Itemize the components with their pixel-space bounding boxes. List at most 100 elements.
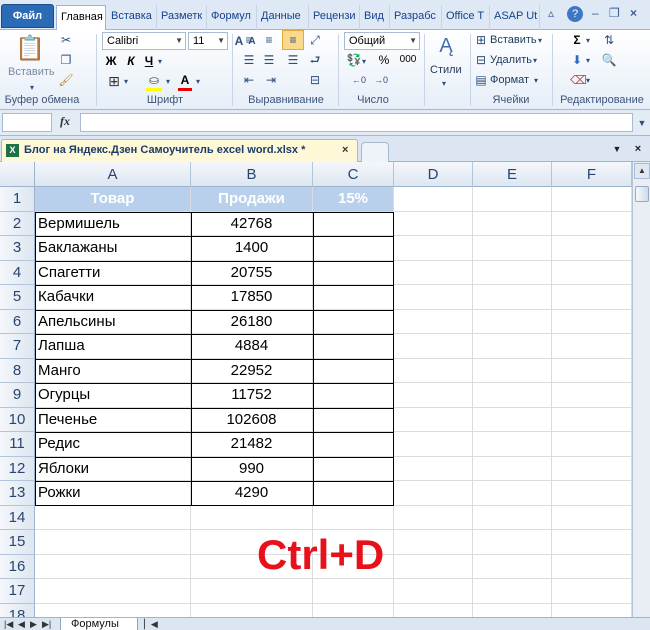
sales-cell[interactable]: 26180 bbox=[191, 309, 313, 334]
tab-review[interactable]: Рецензи bbox=[309, 5, 360, 30]
product-cell[interactable]: Вермишель bbox=[35, 211, 191, 236]
formula-input[interactable] bbox=[80, 113, 633, 132]
grid-cell[interactable] bbox=[394, 211, 473, 236]
grid-cell[interactable] bbox=[473, 285, 552, 310]
scroll-thumb[interactable] bbox=[635, 186, 649, 202]
underline-button[interactable]: Ч bbox=[142, 53, 156, 69]
product-cell[interactable]: Лапша bbox=[35, 334, 191, 359]
fill-color-dropdown-icon[interactable]: ▾ bbox=[166, 74, 170, 90]
find-select-icon[interactable]: 🔍 bbox=[600, 52, 618, 68]
sales-cell[interactable]: 4290 bbox=[191, 481, 313, 506]
column-header[interactable]: F bbox=[552, 162, 632, 187]
row-header[interactable]: 6 bbox=[0, 309, 35, 334]
styles-button-label[interactable]: Стили bbox=[430, 64, 462, 76]
grid-cell[interactable] bbox=[473, 358, 552, 383]
row-header[interactable]: 12 bbox=[0, 456, 35, 481]
grid-cell[interactable] bbox=[552, 579, 632, 604]
product-cell[interactable]: Яблоки bbox=[35, 456, 191, 481]
grid-cell[interactable] bbox=[35, 530, 191, 555]
row-header[interactable]: 2 bbox=[0, 211, 35, 236]
row-header[interactable]: 9 bbox=[0, 383, 35, 408]
format-dropdown-icon[interactable]: ▾ bbox=[534, 73, 538, 89]
grid-cell[interactable] bbox=[394, 285, 473, 310]
bold-button[interactable]: Ж bbox=[104, 53, 118, 69]
sales-cell[interactable]: 4884 bbox=[191, 334, 313, 359]
percent-cell[interactable] bbox=[313, 334, 394, 359]
grid-cell[interactable] bbox=[552, 481, 632, 506]
format-cells-icon[interactable]: ▤ bbox=[474, 72, 488, 88]
row-header[interactable]: 15 bbox=[0, 530, 35, 555]
autosum-icon[interactable]: Σ bbox=[570, 32, 584, 48]
grid-cell[interactable] bbox=[473, 456, 552, 481]
header-cell-percent[interactable]: 15% bbox=[313, 187, 394, 212]
tab-page-layout[interactable]: Разметк bbox=[157, 5, 207, 30]
tab-data[interactable]: Данные bbox=[257, 5, 309, 30]
grid-cell[interactable] bbox=[473, 236, 552, 261]
percent-cell[interactable] bbox=[313, 432, 394, 457]
new-workbook-tab[interactable] bbox=[361, 142, 389, 162]
row-header[interactable]: 14 bbox=[0, 505, 35, 530]
last-sheet-icon[interactable]: ▶| bbox=[42, 618, 51, 630]
grid-cell[interactable] bbox=[552, 554, 632, 579]
tab-list-dropdown-icon[interactable]: ▼ bbox=[608, 140, 626, 158]
grid-cell[interactable] bbox=[552, 211, 632, 236]
delete-cells-icon[interactable]: ⊟ bbox=[474, 52, 488, 68]
select-all-corner[interactable] bbox=[0, 162, 35, 187]
borders-dropdown-icon[interactable]: ▾ bbox=[124, 74, 128, 90]
grid-cell[interactable] bbox=[552, 236, 632, 261]
grid-cell[interactable] bbox=[191, 579, 313, 604]
grid-cell[interactable] bbox=[473, 407, 552, 432]
row-header[interactable]: 13 bbox=[0, 481, 35, 506]
row-header[interactable]: 7 bbox=[0, 334, 35, 359]
grid-cell[interactable] bbox=[394, 236, 473, 261]
tab-view[interactable]: Вид bbox=[360, 5, 390, 30]
grid-cell[interactable] bbox=[394, 530, 473, 555]
grid-cell[interactable] bbox=[394, 579, 473, 604]
window-close-icon[interactable]: × bbox=[630, 6, 637, 20]
header-cell-product[interactable]: Товар bbox=[35, 187, 191, 212]
grid-cell[interactable] bbox=[394, 554, 473, 579]
tab-home[interactable]: Главная bbox=[56, 5, 106, 31]
grid-cell[interactable] bbox=[35, 603, 191, 617]
tab-developer[interactable]: Разрабс bbox=[390, 5, 442, 30]
window-minimize-icon[interactable]: – bbox=[592, 6, 599, 20]
sheet-tab-formulas[interactable]: Формулы bbox=[60, 618, 138, 630]
spreadsheet-grid[interactable]: ABCDEF 1 2 3 4 5 6 7 8 9 10 11 12 13 14 15 16 17 18 Товар… bbox=[0, 162, 632, 617]
tab-asap-utilities[interactable]: ASAP Ut bbox=[490, 5, 540, 30]
decrease-indent-icon[interactable]: ⇤ bbox=[240, 72, 258, 88]
align-center-icon[interactable]: ☰ bbox=[260, 52, 278, 68]
insert-cells-button[interactable]: Вставить bbox=[490, 34, 537, 46]
grid-cell[interactable] bbox=[552, 603, 632, 617]
grid-cell[interactable] bbox=[394, 383, 473, 408]
align-top-icon[interactable]: ≡ bbox=[240, 32, 258, 48]
grid-cell[interactable] bbox=[394, 407, 473, 432]
sales-cell[interactable]: 20755 bbox=[191, 260, 313, 285]
thousands-separator-button[interactable]: 000 bbox=[398, 52, 418, 68]
grid-cell[interactable] bbox=[552, 285, 632, 310]
decrease-decimal-icon[interactable]: →0 bbox=[372, 72, 390, 88]
row-header[interactable]: 4 bbox=[0, 260, 35, 285]
window-restore-icon[interactable]: ❐ bbox=[609, 6, 620, 20]
column-header[interactable]: C bbox=[313, 162, 394, 187]
sales-cell[interactable]: 102608 bbox=[191, 407, 313, 432]
row-header[interactable]: 5 bbox=[0, 285, 35, 310]
increase-decimal-icon[interactable]: ←0 bbox=[350, 72, 368, 88]
row-header[interactable]: 16 bbox=[0, 554, 35, 579]
grid-cell[interactable] bbox=[394, 309, 473, 334]
grid-cell[interactable] bbox=[473, 554, 552, 579]
sales-cell[interactable]: 22952 bbox=[191, 358, 313, 383]
grid-cell[interactable] bbox=[394, 334, 473, 359]
grid-cell[interactable] bbox=[473, 603, 552, 617]
percent-cell[interactable] bbox=[313, 481, 394, 506]
increase-indent-icon[interactable]: ⇥ bbox=[262, 72, 280, 88]
styles-icon[interactable]: Ą bbox=[434, 34, 458, 58]
tab-file[interactable]: Файл bbox=[1, 4, 54, 28]
product-cell[interactable]: Редис bbox=[35, 432, 191, 457]
font-color-button[interactable]: А bbox=[178, 72, 192, 91]
borders-icon[interactable]: ⊞ bbox=[106, 73, 122, 89]
grid-cell[interactable] bbox=[552, 432, 632, 457]
underline-dropdown-icon[interactable]: ▾ bbox=[158, 54, 162, 70]
align-right-icon[interactable]: ☰ bbox=[284, 52, 302, 68]
grid-cell[interactable] bbox=[552, 260, 632, 285]
vertical-scrollbar[interactable]: ▲ bbox=[632, 162, 650, 617]
